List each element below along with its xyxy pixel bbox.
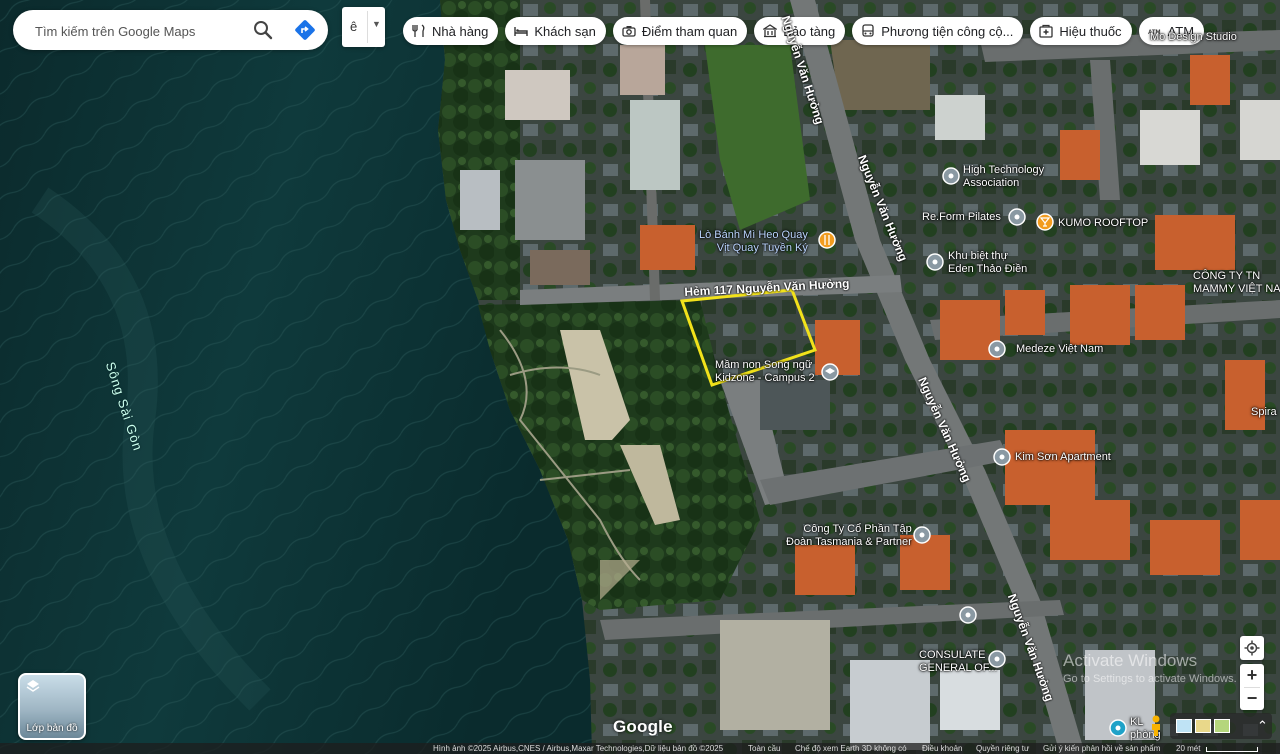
scale-label[interactable]: 20 mét (1176, 744, 1200, 753)
chip-label: Hiệu thuốc (1059, 23, 1122, 39)
preview-tile[interactable] (1214, 719, 1230, 733)
place-pin-icon[interactable] (942, 167, 960, 185)
place-label[interactable]: Spira (1251, 406, 1277, 419)
satellite-map[interactable] (0, 0, 1280, 754)
restaurant-pin-icon[interactable] (818, 231, 836, 249)
place-label[interactable]: Medeze Việt Nam (1016, 343, 1103, 356)
chevron-down-icon[interactable]: ▼ (372, 19, 381, 29)
terms-link[interactable]: Điều khoản (922, 744, 962, 753)
chip-label: Phương tiện công cộ... (881, 23, 1014, 39)
windows-watermark-title: Activate Windows (1063, 651, 1198, 670)
pegman-icon (1152, 715, 1160, 736)
school-pin-icon[interactable] (821, 363, 839, 381)
preview-tile[interactable] (1176, 719, 1192, 733)
camera-icon (622, 26, 636, 37)
my-location-icon (1244, 640, 1260, 656)
bus-icon (862, 24, 874, 37)
google-logo: Google (613, 717, 673, 736)
place-pin-icon[interactable] (993, 448, 1011, 466)
input-tools-button[interactable]: ê ▼ (342, 7, 385, 47)
scale-bar (1206, 747, 1258, 752)
zoom-in-button[interactable]: + (1247, 665, 1258, 687)
map-preview-strip[interactable]: ⌃ (1170, 713, 1272, 739)
place-label[interactable]: Khu biệt thự Eden Thảo Điền (948, 250, 1027, 276)
fork-knife-icon (412, 24, 425, 37)
chip-hotels[interactable]: Khách sạn (505, 17, 606, 45)
place-pin-icon[interactable] (959, 606, 977, 624)
pharmacy-icon (1039, 24, 1054, 38)
chip-label: Điểm tham quan (641, 23, 738, 39)
chip-restaurants[interactable]: Nhà hàng (403, 17, 499, 45)
imagery-attribution: Hình ảnh ©2025 Airbus,CNES / Airbus,Maxa… (433, 744, 724, 753)
windows-watermark-subtitle: Go to Settings to activate Windows. (1063, 673, 1237, 685)
pegman-button[interactable] (1145, 713, 1167, 739)
search-icon[interactable] (251, 18, 275, 42)
expand-up-icon[interactable]: ⌃ (1257, 718, 1268, 734)
place-pin-icon[interactable] (926, 253, 944, 271)
place-label[interactable]: CÔNG TY TN MAMMY VIỆT NA (1193, 270, 1280, 296)
place-label[interactable]: Công Ty Cổ Phần Tập Đoàn Tasmania & Part… (786, 523, 912, 549)
directions-icon[interactable] (293, 18, 317, 42)
place-pin-icon[interactable] (913, 526, 931, 544)
chip-pharmacies[interactable]: Hiệu thuốc (1030, 17, 1132, 45)
place-label[interactable]: Mầm non Song ngữ Kidzone - Campus 2 (715, 359, 815, 385)
place-pin-icon[interactable] (1008, 208, 1026, 226)
layers-label: Lớp bản đồ (26, 723, 78, 734)
preview-tile[interactable] (1195, 719, 1211, 733)
chip-attractions[interactable]: Điểm tham quan (612, 17, 748, 45)
bar-pin-icon[interactable] (1036, 213, 1054, 231)
zoom-controls: + − (1240, 664, 1264, 710)
place-label[interactable]: CONSULATE GENERAL OF... (919, 649, 997, 675)
earth-3d-link[interactable]: Chế độ xem Earth 3D không có (795, 744, 907, 753)
chip-label: Khách sạn (534, 23, 596, 39)
place-label[interactable]: Re.Form Pilates (922, 211, 1001, 224)
museum-icon (763, 24, 778, 38)
search-box[interactable] (13, 10, 328, 50)
attribution-bar: Hình ảnh ©2025 Airbus,CNES / Airbus,Maxa… (0, 743, 1280, 754)
chip-label: Nhà hàng (432, 23, 489, 39)
global-link[interactable]: Toàn cầu (748, 744, 780, 753)
my-location-button[interactable] (1240, 636, 1264, 660)
category-chips: Nhà hàng Khách sạn Điểm tham quan Bảo tà… (403, 17, 1205, 45)
place-label[interactable]: Kim Sơn Apartment (1015, 451, 1111, 464)
place-pin-icon[interactable] (988, 340, 1006, 358)
bed-icon (514, 27, 529, 36)
place-label[interactable]: Mo Design Studio (1150, 31, 1237, 44)
chip-transit[interactable]: Phương tiện công cộ... (852, 17, 1024, 45)
search-input[interactable] (33, 20, 257, 42)
feedback-link[interactable]: Gửi ý kiến phản hồi về sản phẩm (1043, 744, 1160, 753)
layers-icon (26, 680, 40, 692)
place-label[interactable]: High Technology Association (963, 164, 1044, 190)
place-label[interactable]: KUMO ROOFTOP (1058, 217, 1148, 230)
input-tools-label: ê (350, 19, 358, 34)
layers-button[interactable]: Lớp bản đồ (18, 673, 86, 740)
zoom-out-button[interactable]: − (1247, 688, 1258, 710)
embassy-pin-icon[interactable] (988, 650, 1006, 668)
place-pin-icon[interactable] (1109, 719, 1127, 737)
divider (367, 11, 368, 43)
place-label[interactable]: Lò Bánh Mì Heo Quay Vịt Quay Tuyền Ký (699, 229, 808, 255)
privacy-link[interactable]: Quyền riêng tư (976, 744, 1029, 753)
